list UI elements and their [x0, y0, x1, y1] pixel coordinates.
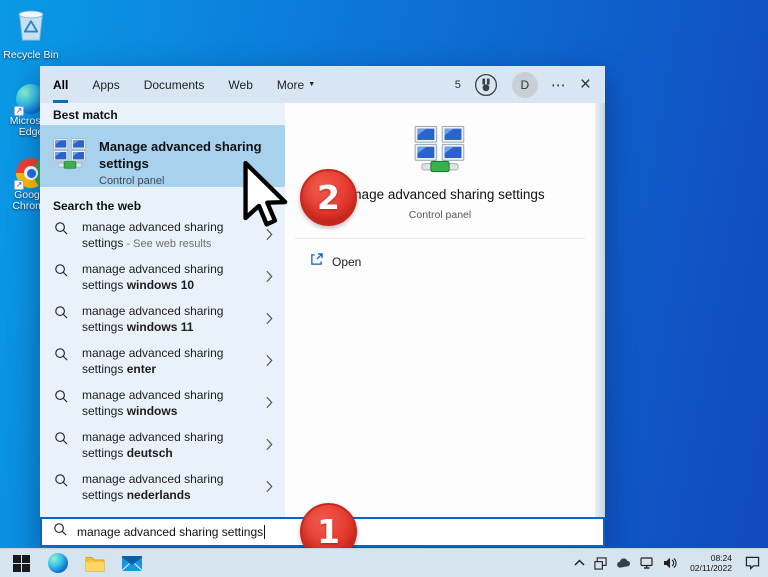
clock-time: 08:24: [710, 553, 732, 563]
mouse-cursor-icon: [243, 160, 289, 234]
suggestion-text: manage advanced sharing settings - See w…: [82, 220, 224, 250]
best-match-subtitle: Control panel: [99, 175, 165, 187]
search-icon: [54, 431, 69, 468]
web-suggestion[interactable]: manage advanced sharing settings enter: [40, 342, 285, 384]
speaker-icon[interactable]: [663, 557, 677, 569]
tab-label: All: [53, 77, 69, 92]
tabs: All Apps Documents Web More ▼: [53, 66, 315, 103]
web-suggestion[interactable]: manage advanced sharing settings windows: [40, 384, 285, 426]
shortcut-arrow-icon: ↗: [14, 180, 24, 190]
web-suggestion[interactable]: manage advanced sharing settings deutsch: [40, 426, 285, 468]
open-action[interactable]: Open: [310, 253, 361, 271]
chevron-right-icon[interactable]: [266, 480, 273, 498]
suggestion-text: manage advanced sharing settings windows: [82, 388, 224, 418]
start-button[interactable]: [11, 553, 31, 573]
windows-logo-icon: [12, 554, 30, 572]
taskbar-clock[interactable]: 08:24 02/11/2022: [690, 553, 732, 573]
tab-apps[interactable]: Apps: [92, 66, 119, 103]
web-suggestion-list: manage advanced sharing settings - See w…: [40, 216, 285, 510]
rewards-medal-icon[interactable]: [474, 72, 499, 97]
search-icon: [54, 305, 69, 342]
network-sharing-icon: [53, 138, 87, 174]
suggestion-text: manage advanced sharing settings deutsch: [82, 430, 224, 460]
tab-label: Documents: [143, 77, 205, 92]
header-right-cluster: 5 D ⋯ ×: [455, 66, 591, 103]
suggestion-text: manage advanced sharing settings windows…: [82, 262, 224, 292]
tray-windows-app-icon[interactable]: [594, 556, 607, 570]
screen: Recycle Bin ↗ Microsoft Edge ↗ Google Ch…: [0, 0, 768, 577]
web-suggestion[interactable]: manage advanced sharing settings windows…: [40, 258, 285, 300]
search-icon: [53, 522, 68, 542]
suggestion-text: manage advanced sharing settings nederla…: [82, 472, 224, 502]
window-edge-strip: [595, 103, 605, 517]
tab-more[interactable]: More ▼: [277, 66, 315, 103]
search-icon: [54, 473, 69, 510]
network-sharing-icon-large: [285, 125, 595, 173]
action-center-icon[interactable]: [745, 556, 760, 570]
taskbar-edge-button[interactable]: [48, 553, 68, 573]
search-input-value: manage advanced sharing settings: [77, 525, 264, 539]
network-icon[interactable]: [640, 557, 654, 569]
tab-documents[interactable]: Documents: [144, 66, 205, 103]
onedrive-cloud-icon[interactable]: [616, 557, 631, 569]
tab-label: Apps: [92, 77, 120, 92]
taskbar-file-explorer-button[interactable]: [85, 553, 105, 573]
web-suggestion[interactable]: manage advanced sharing settings nederla…: [40, 468, 285, 510]
open-label: Open: [332, 255, 362, 269]
chevron-right-icon[interactable]: [266, 396, 273, 414]
search-icon: [54, 221, 69, 258]
tab-label: Web: [228, 77, 253, 92]
chevron-down-icon: ▼: [308, 81, 316, 88]
edge-icon: [48, 553, 68, 573]
recycle-bin-icon: [13, 5, 49, 48]
system-tray: 08:24 02/11/2022: [574, 553, 760, 573]
chevron-right-icon[interactable]: [266, 354, 273, 372]
suggestion-text: manage advanced sharing settings windows…: [82, 304, 224, 334]
search-header: All Apps Documents Web More ▼ 5 D ⋯ ×: [40, 66, 605, 103]
taskbar-mail-button[interactable]: [122, 553, 142, 573]
search-icon: [54, 389, 69, 426]
best-match-header: Best match: [53, 108, 118, 122]
clock-date: 02/11/2022: [690, 563, 732, 573]
search-icon: [54, 347, 69, 384]
chevron-right-icon[interactable]: [266, 312, 273, 330]
chevron-right-icon[interactable]: [266, 270, 273, 288]
user-avatar[interactable]: D: [511, 71, 538, 98]
open-icon: [310, 253, 323, 271]
desktop-icon-label: Recycle Bin: [3, 49, 59, 61]
search-flyout-window: All Apps Documents Web More ▼ 5 D ⋯ × Best ma…: [40, 66, 605, 547]
rewards-count: 5: [454, 78, 461, 91]
taskbar: 08:24 02/11/2022: [0, 548, 768, 577]
text-caret: [264, 525, 266, 539]
chevron-right-icon[interactable]: [266, 438, 273, 456]
desktop-icon-recycle-bin[interactable]: Recycle Bin: [2, 5, 60, 61]
shortcut-arrow-icon: ↗: [14, 106, 24, 116]
web-suggestion[interactable]: manage advanced sharing settings windows…: [40, 300, 285, 342]
annotation-step-2: 2: [300, 169, 357, 226]
folder-icon: [85, 556, 105, 571]
search-icon: [54, 263, 69, 300]
more-options-icon[interactable]: ⋯: [551, 76, 567, 94]
mail-icon: [122, 555, 142, 571]
suggestion-text: manage advanced sharing settings enter: [82, 346, 224, 376]
tray-chevron-up-icon[interactable]: [574, 559, 585, 567]
best-match-title: Manage advanced sharing settings: [99, 139, 262, 171]
preview-panel: Manage advanced sharing settings Control…: [285, 103, 595, 517]
tab-all[interactable]: All: [53, 66, 69, 103]
divider: [295, 238, 585, 239]
close-icon[interactable]: ×: [580, 75, 591, 94]
tab-label: More: [276, 77, 305, 92]
tab-web[interactable]: Web: [228, 66, 252, 103]
